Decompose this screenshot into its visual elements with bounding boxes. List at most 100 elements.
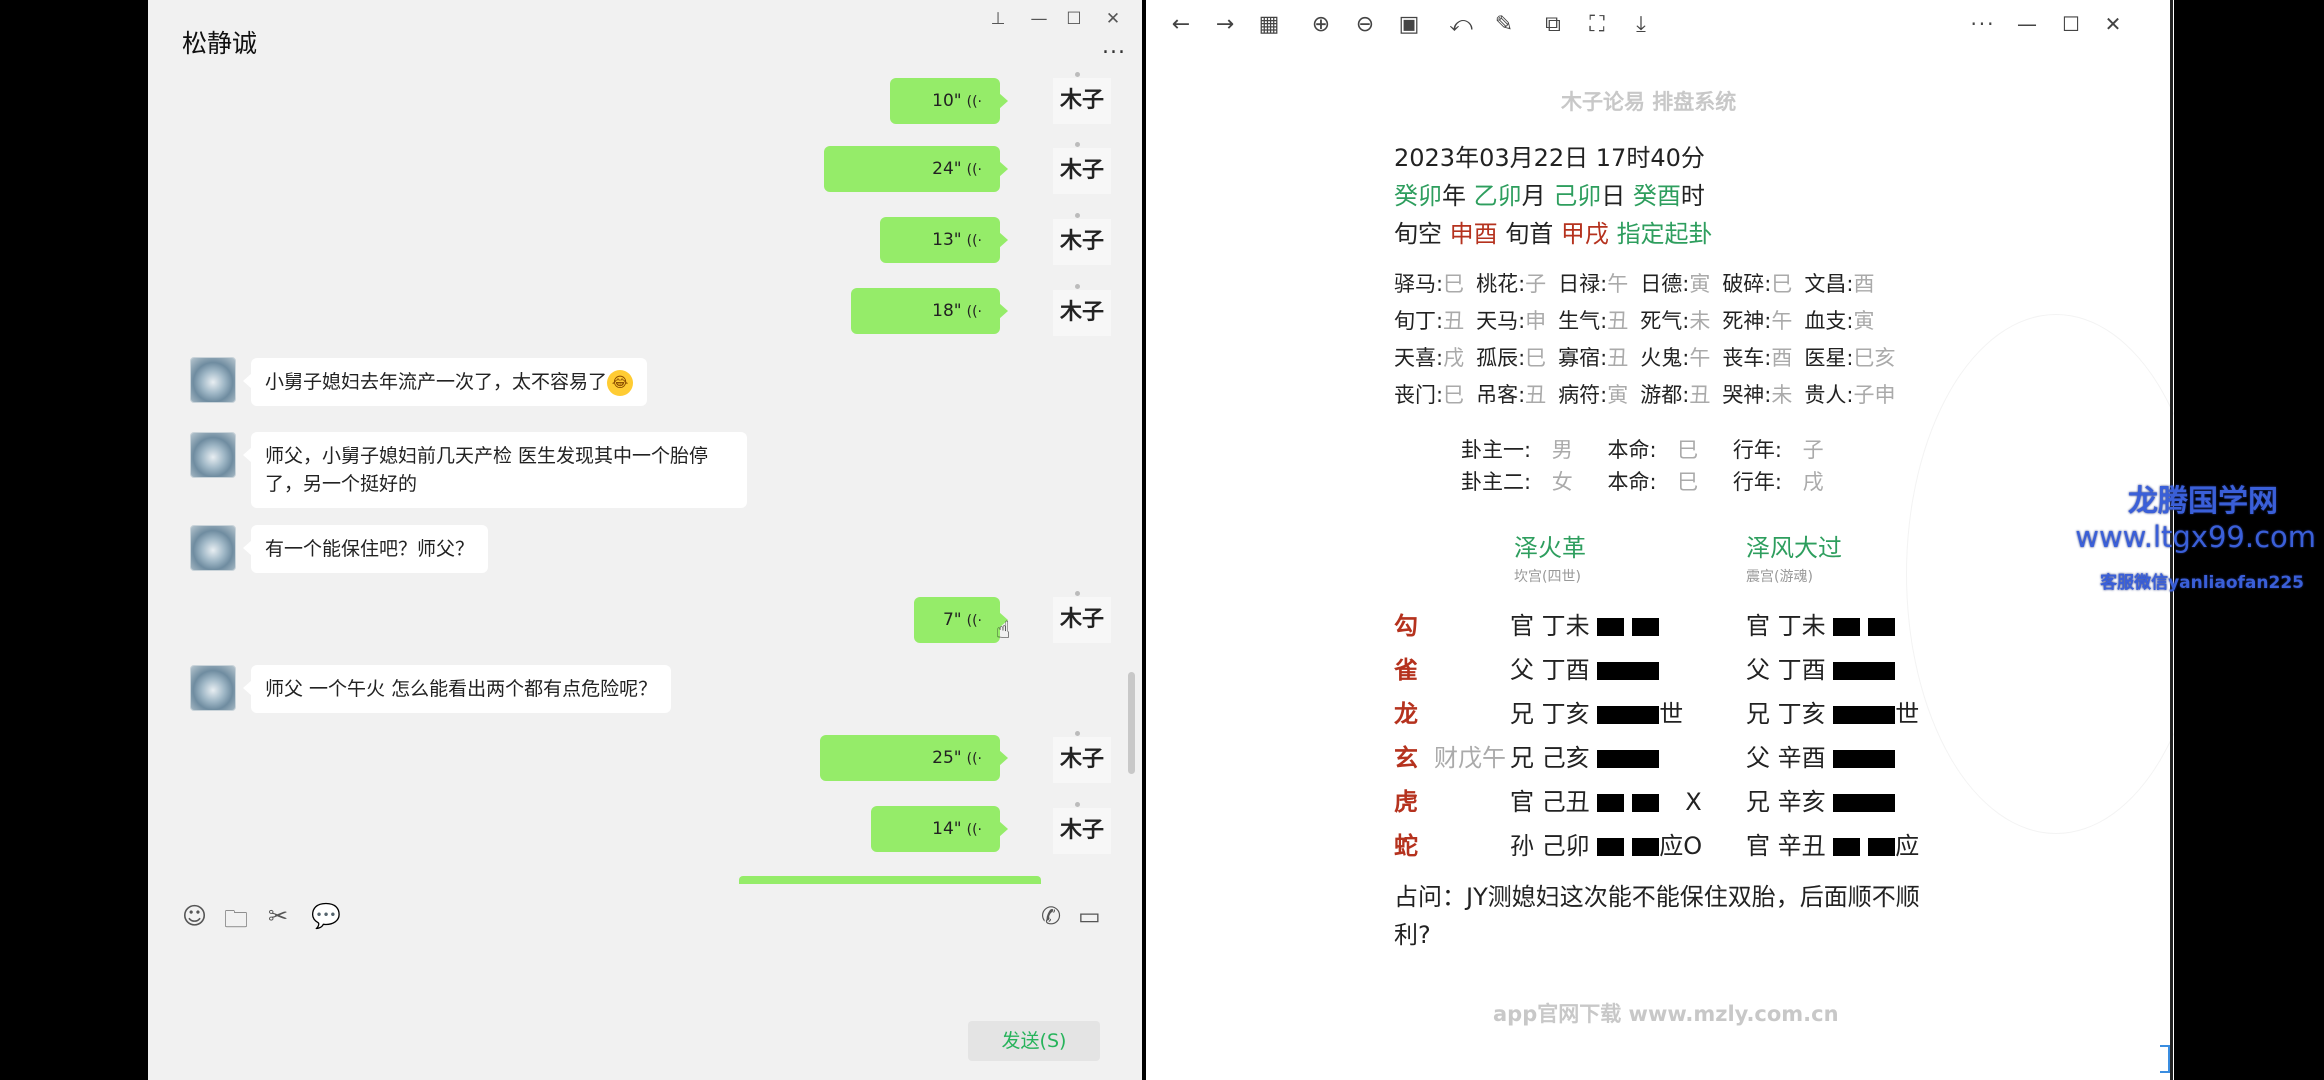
main-line: 官 己丑 X <box>1510 788 1702 816</box>
shensha-key: 丧车: <box>1722 346 1772 370</box>
shensha-row: 丧门:巳 吊客:丑 病符:寅 游都:丑 哭神:未 贵人:子申 <box>1394 379 1907 409</box>
close-icon[interactable]: ✕ <box>2098 12 2128 36</box>
voice-message[interactable]: 25" ((· <box>820 735 1008 781</box>
video-call-icon[interactable]: ▭ <box>1078 902 1101 930</box>
shensha-key: 病符: <box>1558 383 1608 407</box>
scissors-icon[interactable]: ✂ <box>268 902 288 930</box>
close-icon[interactable]: ✕ <box>1098 4 1128 34</box>
chat-scrollbar[interactable] <box>1128 672 1135 774</box>
emoji-icon[interactable]: ☺ <box>182 902 207 930</box>
six-god-label: 虎 <box>1394 788 1418 816</box>
changed-line: 父 丁酉 <box>1746 650 1896 685</box>
six-god-label: 雀 <box>1394 656 1418 684</box>
chat-window: 松静诚 ⊥ — ☐ ✕ ... 10" ((· 木子 24" ((· 木子 13"(… <box>148 0 1142 1080</box>
shensha-key: 天马: <box>1476 309 1526 333</box>
more-icon[interactable]: ··· <box>1968 12 1998 36</box>
minimize-icon[interactable]: — <box>2012 12 2042 36</box>
minimize-icon[interactable]: — <box>1024 4 1054 34</box>
shensha-value: 未 <box>1771 383 1793 407</box>
shensha-value: 子 <box>1525 272 1547 296</box>
voice-message[interactable]: 10" ((· <box>890 78 1008 124</box>
voice-message[interactable]: 14" ((· <box>871 806 1008 852</box>
yang-bar <box>1833 750 1896 768</box>
voice-message[interactable]: 13" ((· <box>880 217 1008 263</box>
edit-icon[interactable]: ✎ <box>1489 12 1519 37</box>
viewer-toolbar: ← → ▦ ⊕ ⊖ ▣ ⤺ ✎ ⧉ ⛶ ⤓ ··· — ☐ ✕ <box>1146 0 2174 54</box>
send-button[interactable]: 发送(S) <box>968 1021 1100 1061</box>
main-line: 兄 己亥 <box>1510 738 1660 773</box>
actual-size-icon[interactable]: ▣ <box>1394 12 1424 37</box>
watermark-top: 木子论易 排盘系统 <box>1561 90 1737 114</box>
changed-line: 父 辛酉 <box>1746 738 1896 773</box>
voice-wave-icon: ((· <box>966 162 982 178</box>
zoom-in-icon[interactable]: ⊕ <box>1306 12 1336 37</box>
rotate-icon[interactable]: ⤺ <box>1446 12 1476 37</box>
incoming-message: 师父 一个午火 怎么能看出两个都有点危险呢？ <box>242 665 672 713</box>
read-dot <box>1075 142 1080 147</box>
yin-bar <box>1597 838 1660 856</box>
fushen-label: 财戊午 <box>1434 744 1506 772</box>
shensha-key: 医星: <box>1804 346 1854 370</box>
contact-avatar[interactable] <box>190 665 236 711</box>
main-gua-name: 泽火革 <box>1514 534 1586 562</box>
avatar[interactable]: 木子 <box>1053 78 1111 124</box>
shensha-key: 贵人: <box>1804 383 1854 407</box>
forward-arrow-icon[interactable]: → <box>1210 12 1240 37</box>
shensha-key: 驿马: <box>1394 272 1444 296</box>
copy-icon[interactable]: ⧉ <box>1538 12 1568 37</box>
yang-bar <box>1597 750 1660 768</box>
folder-icon[interactable]: 🗀 <box>224 902 248 943</box>
contact-avatar[interactable] <box>190 357 236 403</box>
maximize-icon[interactable]: ☐ <box>2056 12 2086 36</box>
voice-message-partial[interactable] <box>739 876 1041 884</box>
chat-titlebar: 松静诚 ⊥ — ☐ ✕ ... <box>148 0 1142 76</box>
yin-bar <box>1597 618 1660 636</box>
avatar[interactable]: 木子 <box>1053 290 1111 336</box>
avatar[interactable]: 木子 <box>1053 808 1111 854</box>
mouse-cursor-icon: ☝ <box>996 616 1011 644</box>
shensha-value: 丑 <box>1525 383 1547 407</box>
shensha-key: 游都: <box>1640 383 1690 407</box>
resize-handle[interactable] <box>2160 1045 2170 1073</box>
avatar[interactable]: 木子 <box>1053 597 1111 643</box>
more-options-button[interactable]: ... <box>1102 34 1126 59</box>
changed-line: 兄 丁亥 世 <box>1746 700 1920 728</box>
back-arrow-icon[interactable]: ← <box>1166 12 1196 37</box>
shensha-key: 吊客: <box>1476 383 1526 407</box>
phone-icon[interactable]: ✆ <box>1041 902 1061 930</box>
text-recognize-icon[interactable]: ⛶ <box>1582 12 1612 37</box>
shensha-value: 酉 <box>1853 272 1875 296</box>
contact-avatar[interactable] <box>190 525 236 571</box>
shensha-value: 巳 <box>1771 272 1793 296</box>
voice-message[interactable]: 7" ((· <box>914 597 1008 643</box>
site-watermark-name: 龙腾国学网 <box>2128 484 2278 519</box>
ganzhi-line: 癸卯年 乙卯月 己卯日 癸酉时 <box>1394 182 1705 210</box>
maximize-icon[interactable]: ☐ <box>1059 4 1089 34</box>
voice-wave-icon: ((· <box>966 233 982 249</box>
shensha-key: 日禄: <box>1558 272 1608 296</box>
download-icon[interactable]: ⤓ <box>1626 12 1656 37</box>
contact-avatar[interactable] <box>190 432 236 478</box>
avatar[interactable]: 木子 <box>1053 219 1111 265</box>
shensha-value: 寅 <box>1689 272 1711 296</box>
voice-message[interactable]: 18" ((· <box>851 288 1008 334</box>
grid-view-icon[interactable]: ▦ <box>1254 12 1284 37</box>
yang-bar <box>1597 662 1660 680</box>
voice-message[interactable]: 24" ((· <box>824 146 1008 192</box>
shensha-value: 巳 <box>1443 383 1465 407</box>
watermark-bottom: app官网下载 www.mzly.com.cn <box>1493 1002 1839 1026</box>
yang-bar <box>1833 706 1896 724</box>
screen: 松静诚 ⊥ — ☐ ✕ ... 10" ((· 木子 24" ((· 木子 13"(… <box>0 0 2324 1080</box>
avatar[interactable]: 木子 <box>1053 148 1111 194</box>
zoom-out-icon[interactable]: ⊖ <box>1350 12 1380 37</box>
shensha-key: 丧门: <box>1394 383 1444 407</box>
pin-icon[interactable]: ⊥ <box>983 4 1013 34</box>
avatar[interactable]: 木子 <box>1053 737 1111 783</box>
datetime: 2023年03月22日 17时40分 <box>1394 144 1705 172</box>
main-line: 兄 丁亥 世 <box>1510 700 1684 728</box>
chat-history-icon[interactable]: 💬 <box>311 902 341 930</box>
shensha-key: 血支: <box>1804 309 1854 333</box>
six-god-label: 玄 <box>1394 744 1418 772</box>
shensha-key: 寡宿: <box>1558 346 1608 370</box>
incoming-message: 有一个能保住吧？师父？ <box>242 525 489 573</box>
